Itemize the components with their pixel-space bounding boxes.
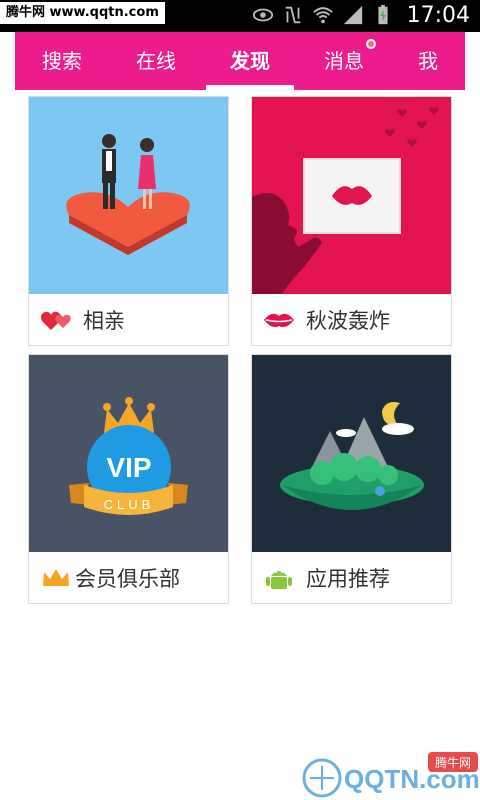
tab-label: 消息 bbox=[324, 49, 364, 73]
wifi-icon bbox=[313, 7, 333, 24]
blind-date-illustration bbox=[29, 97, 228, 294]
discover-grid: 相亲 秋波轰炸 VIP CLUB 会员俱乐部 应用推荐 bbox=[28, 96, 452, 604]
card-vip-club[interactable]: VIP CLUB 会员俱乐部 bbox=[28, 354, 229, 604]
club-text: CLUB bbox=[104, 497, 155, 512]
tab-search[interactable]: 搜索 bbox=[32, 32, 92, 90]
card-label: 秋波轰炸 bbox=[306, 308, 390, 333]
android-icon bbox=[266, 570, 292, 589]
watermark-text: 腾牛网 www.qqtn.com bbox=[0, 2, 165, 24]
card-footer: 会员俱乐部 bbox=[29, 552, 228, 603]
tab-messages[interactable]: 消息 bbox=[314, 32, 376, 90]
card-footer: 应用推荐 bbox=[252, 552, 451, 603]
qqtn-watermark: QQTN.com 腾牛网 bbox=[302, 752, 480, 798]
card-label: 应用推荐 bbox=[306, 566, 390, 591]
tab-label: 在线 bbox=[136, 49, 176, 73]
tab-label: 我 bbox=[418, 49, 438, 73]
tab-label: 搜索 bbox=[42, 49, 82, 73]
card-wink-bombard[interactable]: 秋波轰炸 bbox=[251, 96, 452, 346]
tab-bar: 搜索 在线 发现 消息 我 bbox=[15, 32, 465, 90]
card-blind-date[interactable]: 相亲 bbox=[28, 96, 229, 346]
card-footer: 相亲 bbox=[29, 294, 228, 345]
lips-icon bbox=[264, 313, 294, 327]
tab-online[interactable]: 在线 bbox=[126, 32, 186, 90]
card-app-recommend[interactable]: 应用推荐 bbox=[251, 354, 452, 604]
eye-icon bbox=[252, 8, 274, 22]
signal-icon bbox=[343, 5, 363, 25]
kiss-illustration bbox=[252, 97, 451, 294]
vip-club-illustration: VIP CLUB bbox=[29, 355, 228, 552]
tab-discover[interactable]: 发现 bbox=[206, 32, 294, 90]
hearts-icon bbox=[41, 311, 71, 330]
tab-me[interactable]: 我 bbox=[408, 32, 448, 90]
status-bar: 腾牛网 www.qqtn.com 17:04 bbox=[0, 0, 480, 32]
app-recommend-illustration bbox=[252, 355, 451, 552]
clock: 17:04 bbox=[406, 3, 470, 28]
watermark-sub: 腾牛网 bbox=[435, 755, 471, 770]
notification-dot bbox=[366, 39, 376, 49]
card-label: 相亲 bbox=[83, 308, 125, 333]
vip-text: VIP bbox=[106, 452, 151, 483]
status-icons bbox=[252, 4, 394, 26]
tab-label: 发现 bbox=[230, 49, 270, 73]
nfc-icon bbox=[285, 6, 301, 24]
card-footer: 秋波轰炸 bbox=[252, 294, 451, 345]
vip-crown-icon bbox=[43, 568, 69, 586]
battery-icon bbox=[378, 4, 388, 25]
card-label: 会员俱乐部 bbox=[75, 566, 180, 591]
